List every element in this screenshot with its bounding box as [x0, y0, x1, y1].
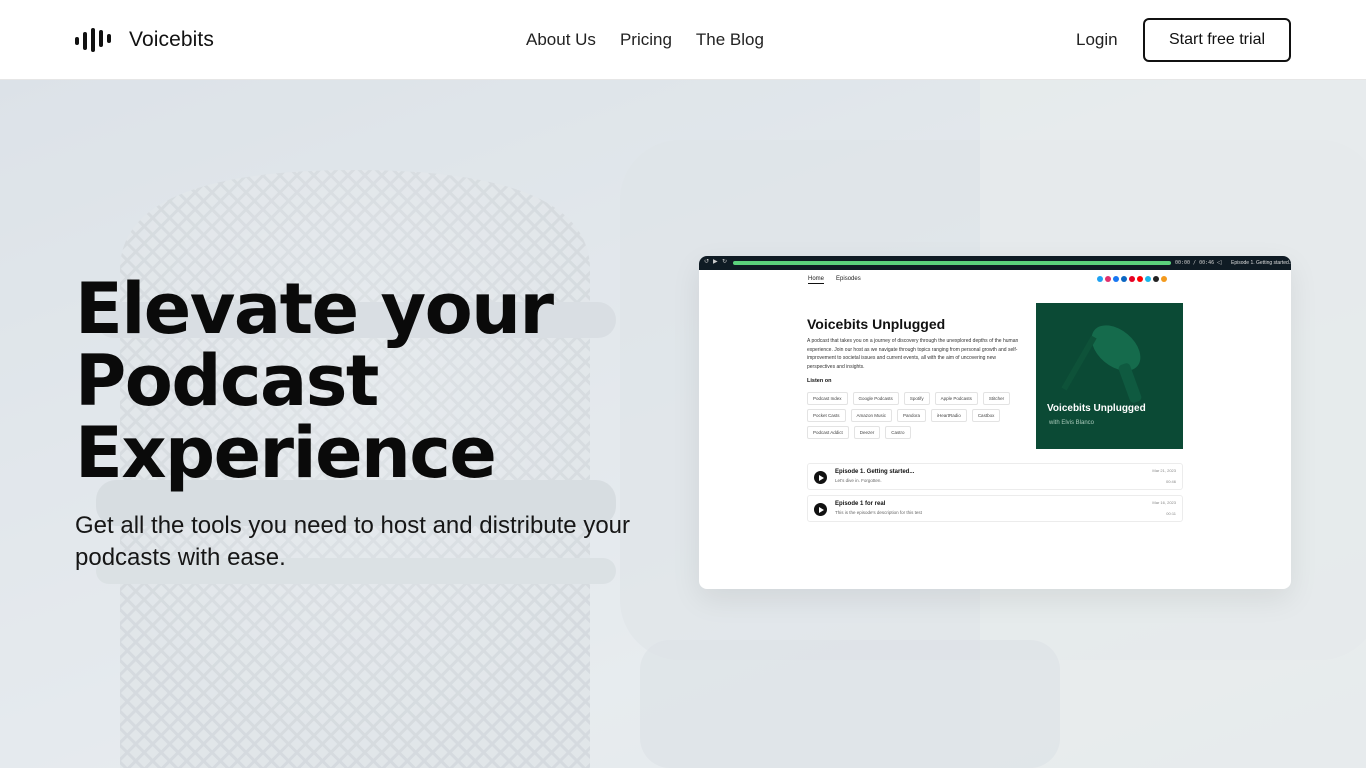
- cover-title: Voicebits Unplugged: [1047, 403, 1146, 414]
- instagram-icon: [1105, 276, 1111, 282]
- show-title: Voicebits Unplugged: [807, 316, 946, 332]
- youtube-icon: [1137, 276, 1143, 282]
- hero-section: Elevate your Podcast Experience Get all …: [0, 80, 1366, 768]
- episode-row: Episode 1 for real This is the episode's…: [807, 495, 1183, 522]
- linkedin-icon: [1121, 276, 1127, 282]
- player-episode-title: Episode 1. Getting started...: [1231, 260, 1291, 266]
- social-icons: [1097, 276, 1167, 282]
- platform-chip: Stitcher: [982, 392, 1011, 405]
- show-description: A podcast that takes you on a journey of…: [807, 338, 1019, 370]
- sound-wave-icon: [75, 28, 111, 52]
- episode-title: Episode 1 for real: [835, 501, 886, 507]
- facebook-icon: [1113, 276, 1119, 282]
- platform-chip: Pocket Casts: [807, 409, 846, 422]
- audio-player-bar: ↺ ▶ ↻ 00:00 / 00:46 ◁ Episode 1. Getting…: [699, 256, 1291, 270]
- episode-title: Episode 1. Getting started...: [835, 469, 915, 475]
- platform-chip: Castbox: [971, 409, 1001, 422]
- episode-row: Episode 1. Getting started... Let's dive…: [807, 463, 1183, 490]
- platform-chip: Podcast Addict: [807, 426, 849, 439]
- forward-icon: ↻: [722, 259, 728, 265]
- preview-tab-episodes: Episodes: [836, 276, 861, 282]
- platform-chip: Spotify: [903, 392, 930, 405]
- platform-chip: Castro: [885, 426, 911, 439]
- platform-chip: Apple Podcasts: [934, 392, 978, 405]
- platform-chip: Pandora: [897, 409, 927, 422]
- episode-duration: 00:11: [1166, 511, 1176, 516]
- nav-link-the-blog[interactable]: The Blog: [696, 28, 764, 52]
- podcast-site-preview: ↺ ▶ ↻ 00:00 / 00:46 ◁ Episode 1. Getting…: [699, 256, 1291, 589]
- episode-duration: 00:46: [1165, 479, 1176, 484]
- platform-chip: Podcast Index: [807, 392, 848, 405]
- progress-track: [733, 261, 1171, 265]
- vimeo-icon: [1145, 276, 1151, 282]
- episode-description: Let's dive in. Forgotten.: [835, 478, 882, 483]
- brand-name: Voicebits: [129, 28, 214, 51]
- platform-chip: iHeartRadio: [931, 409, 967, 422]
- volume-icon: ◁: [1217, 260, 1222, 266]
- podcast-cover-art: Voicebits Unplugged with Elvis Blanco: [1036, 303, 1183, 449]
- hero-title-line-2: Podcast: [75, 340, 379, 422]
- episode-play-icon: [814, 503, 827, 516]
- top-navigation-bar: Voicebits About Us Pricing The Blog Logi…: [0, 0, 1366, 80]
- main-nav: About Us Pricing The Blog: [526, 28, 764, 52]
- episode-date: Mar 16, 2023: [1152, 500, 1176, 505]
- hero-title-line-3: Experience: [75, 412, 497, 494]
- preview-tab-home: Home: [808, 276, 825, 284]
- play-icon: ▶: [713, 259, 718, 265]
- platform-chip: Google Podcasts: [852, 392, 899, 405]
- nav-link-about-us[interactable]: About Us: [526, 28, 596, 52]
- listen-on-label: Listen on: [807, 378, 832, 384]
- start-free-trial-button[interactable]: Start free trial: [1143, 18, 1291, 62]
- cover-subtitle: with Elvis Blanco: [1049, 420, 1095, 426]
- player-time: 00:00 / 00:46: [1175, 260, 1215, 266]
- preview-tabs: Home Episodes: [808, 275, 861, 284]
- platform-chips: Podcast Index Google Podcasts Spotify Ap…: [807, 392, 1025, 439]
- platform-chip: Amazon Music: [850, 409, 893, 422]
- brand-logo-link[interactable]: Voicebits: [75, 24, 214, 56]
- episode-play-icon: [814, 471, 827, 484]
- nav-link-pricing[interactable]: Pricing: [620, 28, 672, 52]
- login-link[interactable]: Login: [1076, 28, 1118, 52]
- pinterest-icon: [1129, 276, 1135, 282]
- cover-microphone-image: [1036, 303, 1183, 449]
- hero-title-line-1: Elevate your: [75, 268, 554, 350]
- episode-date: Mar 21, 2023: [1152, 468, 1176, 473]
- episode-description: This is the episode's description for th…: [835, 510, 922, 515]
- rewind-icon: ↺: [704, 259, 710, 265]
- share-icon: [1153, 276, 1159, 282]
- hero-subtitle: Get all the tools you need to host and d…: [75, 512, 631, 571]
- hero-title: Elevate your Podcast Experience: [75, 273, 675, 489]
- platform-chip: Deezer: [853, 426, 881, 439]
- twitter-icon: [1097, 276, 1103, 282]
- rss-icon: [1161, 276, 1167, 282]
